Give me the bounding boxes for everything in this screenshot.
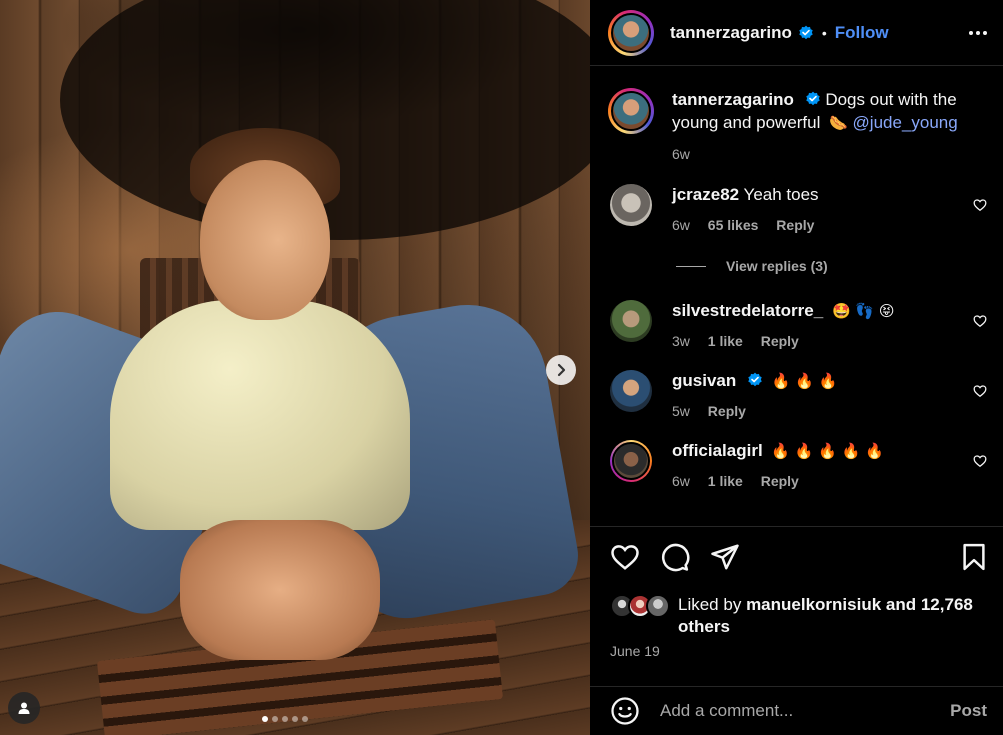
heart-icon[interactable] — [973, 314, 987, 328]
emoji-picker-icon[interactable] — [610, 696, 640, 726]
carousel-dot — [302, 716, 308, 722]
comment-input[interactable] — [660, 701, 951, 721]
reply-button[interactable]: Reply — [776, 217, 814, 233]
author-avatar[interactable] — [608, 9, 654, 56]
comment-item: officialagirl 🔥 🔥 🔥 🔥 🔥 6w 1 like Reply — [608, 440, 987, 492]
post-sidebar: tannerzagarino • Follow tannerzagarino D… — [590, 0, 1003, 735]
commenter-username[interactable]: silvestredelatorre_ — [672, 301, 823, 320]
comment-likes-link[interactable]: 65 likes — [708, 217, 759, 233]
caption-username[interactable]: tannerzagarino — [672, 90, 794, 109]
carousel-dot — [262, 716, 268, 722]
tagged-users-button[interactable] — [8, 692, 40, 724]
comment-item: jcraze82 Yeah toes 6w 65 likes Reply — [608, 184, 987, 236]
commenter-username[interactable]: gusivan — [672, 371, 736, 390]
heart-icon[interactable] — [973, 454, 987, 468]
comment-time: 6w — [672, 217, 690, 233]
commenter-avatar[interactable] — [610, 370, 652, 412]
heart-icon[interactable] — [973, 198, 987, 212]
user-icon — [18, 702, 30, 714]
commenter-avatar[interactable] — [610, 300, 652, 342]
post-date: June 19 — [610, 643, 660, 659]
commenter-avatar[interactable] — [610, 440, 652, 482]
caption-time: 6w — [672, 146, 690, 162]
header-separator: • — [821, 24, 827, 41]
comments-list[interactable]: tannerzagarino Dogs out with the young a… — [590, 70, 1003, 522]
comment-time: 5w — [672, 403, 690, 419]
author-username[interactable]: tannerzagarino — [670, 23, 792, 43]
comment-likes-link[interactable]: 1 like — [708, 473, 743, 489]
more-options-icon[interactable] — [969, 30, 987, 35]
next-photo-button[interactable] — [546, 355, 576, 385]
liked-by-row: Liked by manuelkornisiuk and 12,768 othe… — [610, 594, 989, 638]
hotdog-emoji: 🌭 — [829, 114, 848, 132]
commenter-username[interactable]: jcraze82 — [672, 185, 739, 204]
comment-item: gusivan 🔥 🔥 🔥 5w Reply — [608, 370, 987, 422]
share-send-icon[interactable] — [710, 542, 740, 572]
comment-time: 3w — [672, 333, 690, 349]
comment-text: 🔥 🔥 🔥 🔥 🔥 — [771, 442, 884, 460]
carousel-dots — [262, 716, 308, 722]
photo-face — [200, 160, 330, 320]
reply-button[interactable]: Reply — [761, 333, 799, 349]
verified-badge-icon — [799, 25, 813, 39]
commenter-username[interactable]: officialagirl — [672, 441, 763, 460]
actions-divider — [590, 526, 1003, 527]
comment-text: Yeah toes — [743, 185, 819, 204]
bookmark-icon[interactable] — [959, 542, 989, 572]
post-header: tannerzagarino • Follow — [590, 0, 1003, 66]
carousel-dot — [282, 716, 288, 722]
carousel-dot — [272, 716, 278, 722]
comment-text: 🔥 🔥 🔥 — [771, 372, 838, 390]
comment-text: 🤩 👣 😝 — [831, 302, 895, 320]
chevron-right-icon — [557, 363, 566, 377]
liked-by-prefix: Liked by — [678, 595, 742, 614]
comment-time: 6w — [672, 473, 690, 489]
post-caption: tannerzagarino Dogs out with the young a… — [608, 88, 987, 166]
verified-badge-icon — [748, 372, 762, 387]
follow-button[interactable]: Follow — [835, 23, 889, 43]
comment-item: silvestredelatorre_ 🤩 👣 😝 3w 1 like Repl… — [608, 300, 987, 352]
carousel-dot — [292, 716, 298, 722]
post-comment-button[interactable]: Post — [950, 701, 987, 721]
comment-likes-link[interactable]: 1 like — [708, 333, 743, 349]
reply-button[interactable]: Reply — [708, 403, 746, 419]
comment-bubble-icon[interactable] — [660, 542, 690, 572]
liked-by-user-link[interactable]: manuelkornisiuk — [746, 595, 881, 614]
caption-avatar[interactable] — [608, 88, 654, 134]
add-comment-bar: Post — [590, 686, 1003, 735]
view-replies-label: View replies (3) — [726, 258, 828, 274]
photo-sweater — [110, 300, 410, 530]
post-actions — [610, 540, 989, 574]
liked-by-avatars[interactable] — [610, 594, 672, 618]
caption-mention-link[interactable]: @jude_young — [853, 113, 958, 132]
reply-button[interactable]: Reply — [761, 473, 799, 489]
verified-badge-icon — [805, 91, 820, 106]
photo-feet — [180, 520, 380, 660]
view-replies-button[interactable]: View replies (3) — [676, 258, 987, 274]
commenter-avatar[interactable] — [610, 184, 652, 226]
post-photo[interactable] — [0, 0, 590, 735]
heart-icon[interactable] — [973, 384, 987, 398]
like-heart-icon[interactable] — [610, 542, 640, 572]
